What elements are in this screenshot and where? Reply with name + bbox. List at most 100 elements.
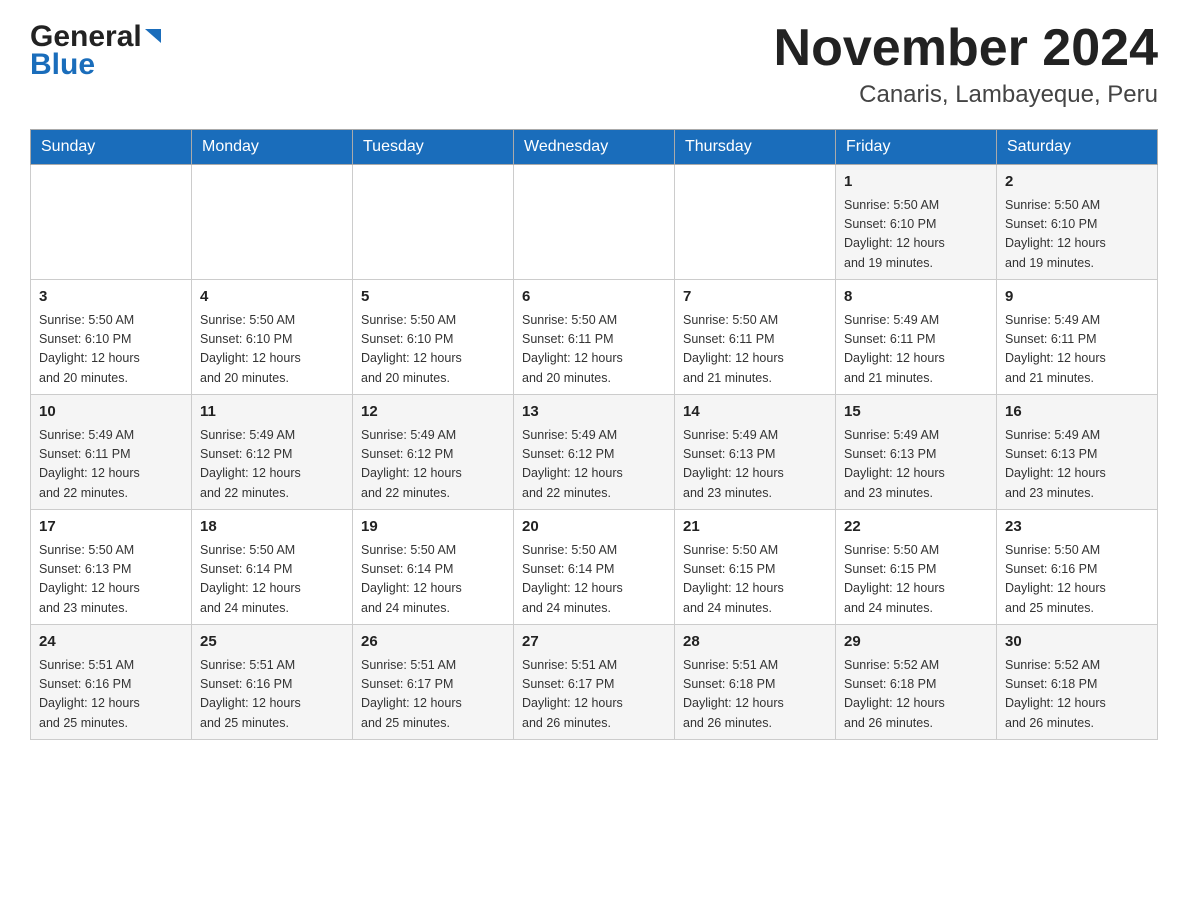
day-number: 22 xyxy=(844,516,988,539)
day-info: Sunrise: 5:50 AMSunset: 6:10 PMDaylight:… xyxy=(39,311,183,389)
day-header-friday: Friday xyxy=(836,130,997,165)
location-subtitle: Canaris, Lambayeque, Peru xyxy=(774,81,1158,109)
day-number: 3 xyxy=(39,286,183,309)
logo: General Blue xyxy=(30,20,163,82)
calendar-cell: 7Sunrise: 5:50 AMSunset: 6:11 PMDaylight… xyxy=(675,280,836,395)
day-info: Sunrise: 5:50 AMSunset: 6:15 PMDaylight:… xyxy=(844,541,988,619)
day-number: 20 xyxy=(522,516,666,539)
day-number: 26 xyxy=(361,631,505,654)
day-number: 2 xyxy=(1005,171,1149,194)
calendar-week-row: 24Sunrise: 5:51 AMSunset: 6:16 PMDayligh… xyxy=(31,625,1158,740)
day-info: Sunrise: 5:52 AMSunset: 6:18 PMDaylight:… xyxy=(1005,656,1149,734)
day-info: Sunrise: 5:50 AMSunset: 6:14 PMDaylight:… xyxy=(200,541,344,619)
day-header-monday: Monday xyxy=(192,130,353,165)
day-info: Sunrise: 5:51 AMSunset: 6:18 PMDaylight:… xyxy=(683,656,827,734)
day-info: Sunrise: 5:49 AMSunset: 6:12 PMDaylight:… xyxy=(200,426,344,504)
day-info: Sunrise: 5:51 AMSunset: 6:16 PMDaylight:… xyxy=(200,656,344,734)
calendar-cell: 5Sunrise: 5:50 AMSunset: 6:10 PMDaylight… xyxy=(353,280,514,395)
day-info: Sunrise: 5:50 AMSunset: 6:11 PMDaylight:… xyxy=(683,311,827,389)
day-number: 10 xyxy=(39,401,183,424)
day-info: Sunrise: 5:51 AMSunset: 6:17 PMDaylight:… xyxy=(361,656,505,734)
day-number: 29 xyxy=(844,631,988,654)
calendar-cell: 26Sunrise: 5:51 AMSunset: 6:17 PMDayligh… xyxy=(353,625,514,740)
day-number: 25 xyxy=(200,631,344,654)
day-number: 28 xyxy=(683,631,827,654)
calendar-cell: 28Sunrise: 5:51 AMSunset: 6:18 PMDayligh… xyxy=(675,625,836,740)
day-info: Sunrise: 5:51 AMSunset: 6:16 PMDaylight:… xyxy=(39,656,183,734)
day-number: 13 xyxy=(522,401,666,424)
calendar-cell: 27Sunrise: 5:51 AMSunset: 6:17 PMDayligh… xyxy=(514,625,675,740)
calendar-week-row: 10Sunrise: 5:49 AMSunset: 6:11 PMDayligh… xyxy=(31,395,1158,510)
calendar-week-row: 3Sunrise: 5:50 AMSunset: 6:10 PMDaylight… xyxy=(31,280,1158,395)
day-header-saturday: Saturday xyxy=(997,130,1158,165)
calendar-cell xyxy=(514,165,675,280)
calendar-cell xyxy=(192,165,353,280)
day-info: Sunrise: 5:49 AMSunset: 6:12 PMDaylight:… xyxy=(361,426,505,504)
day-number: 19 xyxy=(361,516,505,539)
calendar-cell: 17Sunrise: 5:50 AMSunset: 6:13 PMDayligh… xyxy=(31,510,192,625)
day-number: 1 xyxy=(844,171,988,194)
day-number: 21 xyxy=(683,516,827,539)
calendar-week-row: 17Sunrise: 5:50 AMSunset: 6:13 PMDayligh… xyxy=(31,510,1158,625)
calendar-cell: 10Sunrise: 5:49 AMSunset: 6:11 PMDayligh… xyxy=(31,395,192,510)
day-number: 5 xyxy=(361,286,505,309)
calendar-cell: 6Sunrise: 5:50 AMSunset: 6:11 PMDaylight… xyxy=(514,280,675,395)
calendar-cell: 24Sunrise: 5:51 AMSunset: 6:16 PMDayligh… xyxy=(31,625,192,740)
day-info: Sunrise: 5:49 AMSunset: 6:13 PMDaylight:… xyxy=(844,426,988,504)
day-info: Sunrise: 5:49 AMSunset: 6:12 PMDaylight:… xyxy=(522,426,666,504)
day-info: Sunrise: 5:50 AMSunset: 6:10 PMDaylight:… xyxy=(844,196,988,274)
calendar-cell: 12Sunrise: 5:49 AMSunset: 6:12 PMDayligh… xyxy=(353,395,514,510)
calendar-week-row: 1Sunrise: 5:50 AMSunset: 6:10 PMDaylight… xyxy=(31,165,1158,280)
calendar-cell: 20Sunrise: 5:50 AMSunset: 6:14 PMDayligh… xyxy=(514,510,675,625)
calendar-cell xyxy=(31,165,192,280)
day-number: 27 xyxy=(522,631,666,654)
day-number: 11 xyxy=(200,401,344,424)
day-info: Sunrise: 5:50 AMSunset: 6:14 PMDaylight:… xyxy=(361,541,505,619)
calendar-cell: 14Sunrise: 5:49 AMSunset: 6:13 PMDayligh… xyxy=(675,395,836,510)
logo-triangle-icon xyxy=(143,25,163,45)
title-block: November 2024 Canaris, Lambayeque, Peru xyxy=(774,20,1158,109)
calendar-cell: 16Sunrise: 5:49 AMSunset: 6:13 PMDayligh… xyxy=(997,395,1158,510)
calendar-cell: 2Sunrise: 5:50 AMSunset: 6:10 PMDaylight… xyxy=(997,165,1158,280)
day-info: Sunrise: 5:49 AMSunset: 6:11 PMDaylight:… xyxy=(39,426,183,504)
day-number: 7 xyxy=(683,286,827,309)
calendar-header-row: SundayMondayTuesdayWednesdayThursdayFrid… xyxy=(31,130,1158,165)
day-info: Sunrise: 5:52 AMSunset: 6:18 PMDaylight:… xyxy=(844,656,988,734)
calendar-cell: 23Sunrise: 5:50 AMSunset: 6:16 PMDayligh… xyxy=(997,510,1158,625)
calendar-cell: 30Sunrise: 5:52 AMSunset: 6:18 PMDayligh… xyxy=(997,625,1158,740)
calendar-cell: 22Sunrise: 5:50 AMSunset: 6:15 PMDayligh… xyxy=(836,510,997,625)
day-info: Sunrise: 5:50 AMSunset: 6:15 PMDaylight:… xyxy=(683,541,827,619)
day-info: Sunrise: 5:49 AMSunset: 6:13 PMDaylight:… xyxy=(683,426,827,504)
day-number: 12 xyxy=(361,401,505,424)
day-header-wednesday: Wednesday xyxy=(514,130,675,165)
day-number: 30 xyxy=(1005,631,1149,654)
day-info: Sunrise: 5:49 AMSunset: 6:11 PMDaylight:… xyxy=(844,311,988,389)
calendar-cell: 11Sunrise: 5:49 AMSunset: 6:12 PMDayligh… xyxy=(192,395,353,510)
calendar-cell: 19Sunrise: 5:50 AMSunset: 6:14 PMDayligh… xyxy=(353,510,514,625)
calendar-cell: 25Sunrise: 5:51 AMSunset: 6:16 PMDayligh… xyxy=(192,625,353,740)
day-header-sunday: Sunday xyxy=(31,130,192,165)
month-title: November 2024 xyxy=(774,20,1158,77)
day-info: Sunrise: 5:50 AMSunset: 6:16 PMDaylight:… xyxy=(1005,541,1149,619)
calendar-cell: 1Sunrise: 5:50 AMSunset: 6:10 PMDaylight… xyxy=(836,165,997,280)
day-header-tuesday: Tuesday xyxy=(353,130,514,165)
day-number: 24 xyxy=(39,631,183,654)
calendar-table: SundayMondayTuesdayWednesdayThursdayFrid… xyxy=(30,129,1158,740)
calendar-cell: 29Sunrise: 5:52 AMSunset: 6:18 PMDayligh… xyxy=(836,625,997,740)
calendar-cell xyxy=(353,165,514,280)
day-info: Sunrise: 5:50 AMSunset: 6:10 PMDaylight:… xyxy=(200,311,344,389)
day-header-thursday: Thursday xyxy=(675,130,836,165)
calendar-cell: 9Sunrise: 5:49 AMSunset: 6:11 PMDaylight… xyxy=(997,280,1158,395)
day-info: Sunrise: 5:51 AMSunset: 6:17 PMDaylight:… xyxy=(522,656,666,734)
day-number: 18 xyxy=(200,516,344,539)
calendar-cell: 13Sunrise: 5:49 AMSunset: 6:12 PMDayligh… xyxy=(514,395,675,510)
day-info: Sunrise: 5:49 AMSunset: 6:13 PMDaylight:… xyxy=(1005,426,1149,504)
day-number: 23 xyxy=(1005,516,1149,539)
day-number: 15 xyxy=(844,401,988,424)
day-number: 17 xyxy=(39,516,183,539)
calendar-cell: 18Sunrise: 5:50 AMSunset: 6:14 PMDayligh… xyxy=(192,510,353,625)
day-info: Sunrise: 5:50 AMSunset: 6:11 PMDaylight:… xyxy=(522,311,666,389)
day-number: 14 xyxy=(683,401,827,424)
calendar-cell: 3Sunrise: 5:50 AMSunset: 6:10 PMDaylight… xyxy=(31,280,192,395)
page-header: General Blue November 2024 Canaris, Lamb… xyxy=(30,20,1158,109)
